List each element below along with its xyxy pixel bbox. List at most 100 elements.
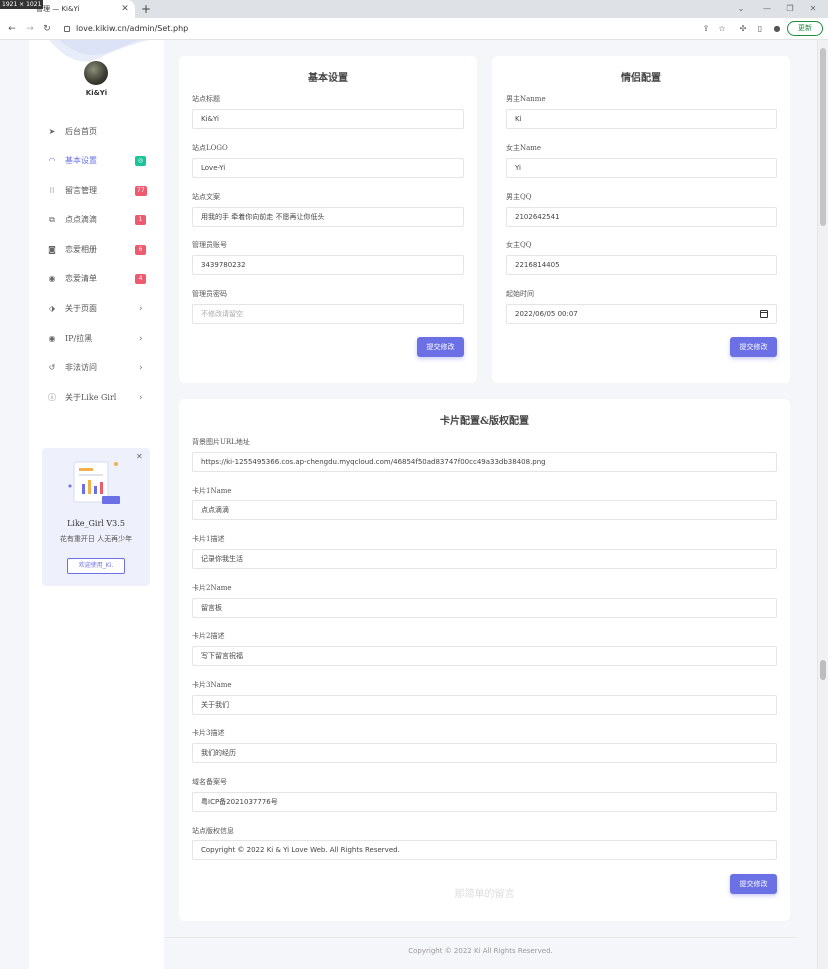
field-label: 卡片2描述 bbox=[192, 632, 225, 640]
count-badge: 4 bbox=[135, 274, 146, 284]
bookmark-star-icon[interactable]: ☆ bbox=[716, 22, 728, 36]
chevron-right-icon: › bbox=[139, 393, 143, 403]
chevron-right-icon: › bbox=[139, 304, 143, 314]
female-qq-input[interactable]: 2216814405 bbox=[506, 255, 777, 275]
send-icon: ➤ bbox=[48, 127, 56, 136]
pin-icon: ◉ bbox=[48, 274, 56, 283]
new-tab-plus-icon[interactable]: + bbox=[140, 0, 152, 18]
card1-name-input[interactable]: 点点滴滴 bbox=[192, 500, 777, 520]
card-title: 基本设置 bbox=[308, 73, 348, 84]
field-label: 站点LOGO bbox=[192, 144, 228, 152]
start-time-value: 2022/06/05 00:07 bbox=[515, 310, 578, 318]
male-name-input[interactable]: Ki bbox=[506, 109, 777, 129]
count-badge: 1 bbox=[135, 215, 146, 225]
male-qq-input[interactable]: 2102642541 bbox=[506, 207, 777, 227]
card1-desc-input[interactable]: 记录你我生活 bbox=[192, 549, 777, 569]
tab-close-icon[interactable]: ✕ bbox=[120, 0, 130, 18]
promo-card: ✕ Like_Girl V3.5 花有重开日 人无再少年 欢迎使用_Ki. bbox=[42, 448, 150, 586]
field-label: 站点文案 bbox=[192, 193, 220, 201]
sidebar-item-basic-settings[interactable]: ◠ 基本设置 ◎ bbox=[29, 151, 164, 171]
field-label: 卡片3Name bbox=[192, 681, 232, 689]
field-label: 卡片3描述 bbox=[192, 729, 225, 737]
browser-toolbar: ← → ↻ love.kikiw.cn/admin/Set.php ⇪ ☆ ✣ … bbox=[0, 18, 828, 40]
calendar-icon[interactable] bbox=[760, 310, 768, 318]
extensions-icon[interactable]: ✣ bbox=[737, 22, 749, 36]
sidebar-item-ip-block[interactable]: ◉ IP/拉黑 › bbox=[29, 329, 164, 349]
sidebar-item-messages[interactable]: ⁝⁝ 留言管理 77 bbox=[29, 181, 164, 201]
sidebar-item-about-page[interactable]: ⬗ 关于页面 › bbox=[29, 299, 164, 319]
site-logo-input[interactable]: Love-Yi bbox=[192, 158, 464, 178]
field-label: 站点标题 bbox=[192, 95, 220, 103]
sidebar-item-home[interactable]: ➤ 后台首页 bbox=[29, 122, 164, 142]
back-arrow-icon[interactable]: ← bbox=[6, 18, 18, 40]
sidebar: Ki&Yi ➤ 后台首页 ◠ 基本设置 ◎ ⁝⁝ 留言管理 77 ⧉ 点点滴滴 … bbox=[29, 40, 164, 969]
bg-image-url-input[interactable]: https://ki-1255495366.cos.ap-chengdu.myq… bbox=[192, 452, 777, 472]
forward-arrow-icon[interactable]: → bbox=[24, 18, 36, 40]
female-name-input[interactable]: Yi bbox=[506, 158, 777, 178]
field-label: 女主QQ bbox=[506, 241, 532, 249]
reload-icon[interactable]: ↻ bbox=[41, 18, 53, 40]
admin-account-input[interactable]: 3439780232 bbox=[192, 255, 464, 275]
submit-button[interactable]: 提交修改 bbox=[730, 337, 777, 357]
card2-name-input[interactable]: 留言板 bbox=[192, 598, 777, 618]
welcome-button[interactable]: 欢迎使用_Ki. bbox=[67, 558, 125, 574]
tag-icon: ⬗ bbox=[48, 304, 56, 313]
page-scrollbar[interactable] bbox=[817, 40, 828, 969]
copy-icon: ⧉ bbox=[49, 215, 55, 224]
copyright-input[interactable]: Copyright © 2022 Ki & Yi Love Web. All R… bbox=[192, 840, 777, 860]
update-button[interactable]: 更新 bbox=[787, 21, 823, 36]
field-label: 起始时间 bbox=[506, 290, 534, 298]
profile-icon[interactable]: ● bbox=[771, 22, 783, 36]
icp-number-input[interactable]: 粤ICP备2021037776号 bbox=[192, 792, 777, 812]
avatar[interactable] bbox=[84, 61, 108, 85]
window-close-icon[interactable]: ✕ bbox=[806, 0, 820, 18]
sidebar-user-name: Ki&Yi bbox=[85, 89, 108, 97]
sidebar-item-about-like-girl[interactable]: ⓘ 关于Like Girl › bbox=[29, 388, 164, 408]
sidebar-item-moments[interactable]: ⧉ 点点滴滴 1 bbox=[29, 210, 164, 230]
location-icon: ◉ bbox=[48, 334, 56, 343]
camera-icon: ◙ bbox=[48, 245, 56, 254]
site-title-input[interactable]: Ki&Yi bbox=[192, 109, 464, 129]
submit-button[interactable]: 提交修改 bbox=[417, 337, 464, 357]
site-copy-input[interactable]: 用我的手 牵着你向前走 不愿再让你低头 bbox=[192, 207, 464, 227]
field-label: 女主Name bbox=[506, 144, 542, 152]
chevron-right-icon: › bbox=[139, 334, 143, 344]
field-label: 域名备案号 bbox=[192, 778, 227, 786]
sidebar-item-illegal-access[interactable]: ↺ 非法访问 › bbox=[29, 358, 164, 378]
maximize-icon[interactable]: ❐ bbox=[783, 0, 797, 18]
card2-desc-input[interactable]: 写下留言祝福 bbox=[192, 646, 777, 666]
status-badge: ◎ bbox=[135, 156, 146, 166]
field-label: 卡片1Name bbox=[192, 487, 232, 495]
watermark-text: 那简单的留言 bbox=[454, 889, 515, 900]
field-label: 卡片1描述 bbox=[192, 535, 225, 543]
tab-search-icon[interactable]: ⌄ bbox=[734, 0, 748, 18]
sidebar-item-love-list[interactable]: ◉ 恋爱清单 4 bbox=[29, 269, 164, 289]
history-icon: ↺ bbox=[48, 363, 56, 372]
share-icon[interactable]: ⇪ bbox=[700, 22, 712, 36]
field-label: 男主QQ bbox=[506, 193, 532, 201]
address-bar[interactable]: love.kikiw.cn/admin/Set.php bbox=[58, 21, 733, 37]
close-icon[interactable]: ✕ bbox=[136, 452, 143, 461]
url-text: love.kikiw.cn/admin/Set.php bbox=[76, 24, 189, 33]
card3-name-input[interactable]: 关于我们 bbox=[192, 695, 777, 715]
card-settings-card: 卡片配置&版权配置 背景图片URL地址 https://ki-125549536… bbox=[179, 399, 790, 921]
count-badge: 6 bbox=[135, 245, 146, 255]
field-label: 背景图片URL地址 bbox=[192, 438, 250, 446]
admin-password-input[interactable]: 不修改请留空 bbox=[192, 304, 464, 324]
start-time-input[interactable]: 2022/06/05 00:07 bbox=[506, 304, 777, 324]
card3-desc-input[interactable]: 我们的经历 bbox=[192, 743, 777, 763]
sidebar-item-album[interactable]: ◙ 恋爱相册 6 bbox=[29, 240, 164, 260]
promo-illustration bbox=[68, 461, 120, 504]
lock-icon bbox=[64, 26, 70, 32]
scrollbar-thumb[interactable] bbox=[820, 48, 826, 226]
field-label: 卡片2Name bbox=[192, 584, 232, 592]
grid-icon: ⁝⁝ bbox=[49, 186, 55, 195]
basic-settings-card: 基本设置 站点标题 Ki&Yi 站点LOGO Love-Yi 站点文案 用我的手… bbox=[179, 56, 477, 383]
side-panel-icon[interactable]: ▯ bbox=[754, 22, 766, 36]
footer-divider bbox=[164, 937, 797, 938]
promo-title: Like_Girl V3.5 bbox=[67, 519, 125, 528]
card-title: 卡片配置&版权配置 bbox=[439, 416, 530, 427]
info-icon: ⓘ bbox=[48, 393, 56, 402]
footer-copyright: Copyright © 2022 Ki All Rights Reserved. bbox=[408, 947, 553, 955]
minimize-icon[interactable]: — bbox=[760, 0, 774, 18]
